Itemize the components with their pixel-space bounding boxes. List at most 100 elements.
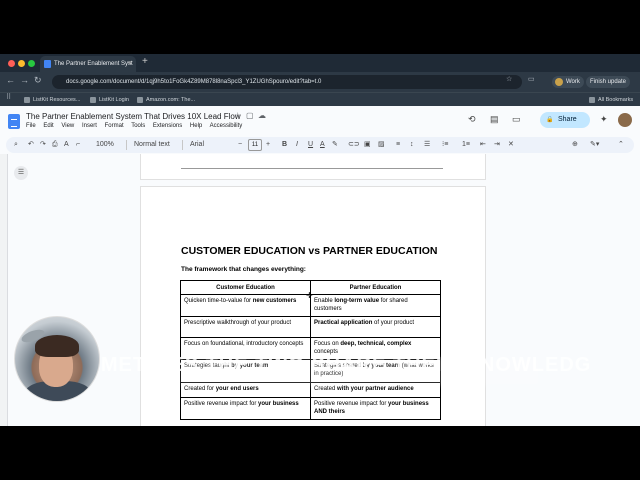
link-icon[interactable]: ⊂⊃ bbox=[348, 139, 360, 151]
collapse-menus-icon[interactable]: ⌃ bbox=[618, 139, 624, 151]
docs-favicon-icon bbox=[44, 60, 51, 68]
gemini-icon[interactable]: ✦ bbox=[600, 114, 608, 125]
highlight-icon[interactable]: ✎ bbox=[332, 139, 338, 151]
redo-icon[interactable]: ↷ bbox=[40, 139, 46, 151]
cell-text: Enable bbox=[314, 298, 335, 304]
add-comment-icon[interactable]: ⊕ bbox=[572, 139, 578, 151]
reload-icon[interactable]: ↻ bbox=[34, 75, 42, 86]
editing-mode-icon[interactable]: ✎▾ bbox=[590, 139, 599, 151]
history-icon[interactable]: ⟲ bbox=[468, 114, 476, 125]
font-size-input[interactable]: 11 bbox=[248, 139, 262, 151]
decrease-font-icon[interactable]: − bbox=[238, 139, 242, 151]
menu-help[interactable]: Help bbox=[190, 123, 202, 129]
header-partner-education[interactable]: Partner Education bbox=[310, 280, 441, 295]
section-heading: CUSTOMER EDUCATION vs PARTNER EDUCATION bbox=[181, 245, 438, 257]
minimize-window-icon[interactable] bbox=[18, 60, 25, 67]
forward-icon[interactable]: → bbox=[20, 75, 29, 85]
docs-logo-icon[interactable] bbox=[8, 114, 20, 129]
menu-view[interactable]: View bbox=[61, 123, 74, 129]
menu-format[interactable]: Format bbox=[105, 123, 124, 129]
bookmark-amazon[interactable]: Amazon.com: The... bbox=[137, 95, 195, 105]
meet-icon[interactable]: ▭ bbox=[512, 114, 521, 125]
share-button[interactable]: Share bbox=[540, 112, 590, 128]
line-spacing-icon[interactable]: ↕ bbox=[410, 139, 414, 151]
cell-bold-text: Practical application bbox=[314, 320, 373, 326]
cell-bold-text: deep, technical, complex bbox=[340, 341, 412, 347]
table-cell[interactable]: Positive revenue impact for your busines… bbox=[180, 397, 311, 420]
menu-bar: File Edit View Insert Format Tools Exten… bbox=[26, 123, 248, 129]
menu-file[interactable]: File bbox=[26, 123, 36, 129]
bold-icon[interactable]: B bbox=[282, 139, 287, 151]
font-select[interactable]: Arial bbox=[190, 139, 204, 151]
avatar[interactable] bbox=[618, 113, 632, 127]
document-title[interactable]: The Partner Enablement System That Drive… bbox=[26, 112, 241, 121]
url-input[interactable]: docs.google.com/document/d/1qj9h5to1FoGk… bbox=[52, 75, 522, 89]
menu-tools[interactable]: Tools bbox=[131, 123, 145, 129]
maximize-window-icon[interactable] bbox=[28, 60, 35, 67]
back-icon[interactable]: ← bbox=[6, 75, 15, 85]
menu-insert[interactable]: Insert bbox=[82, 123, 97, 129]
spellcheck-icon[interactable]: A bbox=[64, 139, 69, 151]
menu-edit[interactable]: Edit bbox=[43, 123, 53, 129]
italic-icon[interactable]: I bbox=[296, 139, 298, 151]
vertical-scrollbar[interactable] bbox=[632, 154, 640, 426]
close-window-icon[interactable] bbox=[8, 60, 15, 67]
cell-bold-text: long-term value bbox=[334, 298, 380, 304]
url-text: docs.google.com/document/d/1qj9h5to1FoGk… bbox=[66, 79, 322, 85]
cloud-saved-icon[interactable]: ☁ bbox=[258, 111, 266, 120]
clear-formatting-icon[interactable]: ✕ bbox=[508, 139, 514, 151]
numbered-list-icon[interactable]: 1≡ bbox=[462, 139, 470, 151]
bookmark-star-icon[interactable]: ☆ bbox=[506, 75, 512, 83]
all-bookmarks-button[interactable]: All Bookmarks bbox=[589, 95, 633, 105]
webcam-overlay bbox=[14, 316, 100, 402]
extensions-icon[interactable]: ▭ bbox=[528, 75, 535, 83]
video-caption: SOMETIMES THE TWO SHARE THEIR KNOWLEDGE bbox=[70, 354, 590, 376]
profile-button[interactable]: Work bbox=[552, 76, 584, 88]
search-menus-icon[interactable]: ⌕ bbox=[14, 139, 18, 151]
underline-icon[interactable]: U bbox=[308, 139, 313, 151]
bullet-list-icon[interactable]: ⁝≡ bbox=[442, 139, 448, 151]
share-label: Share bbox=[558, 116, 577, 123]
bookmark-listkit-resources[interactable]: ListKit Resources... bbox=[24, 95, 80, 105]
image-icon[interactable]: ▨ bbox=[378, 139, 385, 151]
menu-accessibility[interactable]: Accessibility bbox=[210, 123, 243, 129]
new-tab-icon[interactable]: + bbox=[142, 56, 148, 67]
close-tab-icon[interactable]: × bbox=[128, 56, 132, 72]
table-cell[interactable]: Enable long-term value for shared custom… bbox=[310, 294, 441, 317]
comparison-table[interactable]: Customer Education Partner Education Qui… bbox=[180, 280, 441, 420]
undo-icon[interactable]: ↶ bbox=[28, 139, 34, 151]
table-cell[interactable]: Quicken time-to-value for new customers bbox=[180, 294, 311, 317]
print-icon[interactable]: ⎙ bbox=[52, 139, 58, 151]
comments-icon[interactable]: ▤ bbox=[490, 114, 499, 125]
header-customer-education[interactable]: Customer Education bbox=[180, 280, 311, 295]
decrease-indent-icon[interactable]: ⇤ bbox=[480, 139, 486, 151]
menu-extensions[interactable]: Extensions bbox=[153, 123, 182, 129]
table-cell[interactable]: Practical application of your product bbox=[310, 316, 441, 338]
browser-tab[interactable]: The Partner Enablement Syst × bbox=[40, 56, 136, 72]
table-row: Positive revenue impact for your busines… bbox=[180, 397, 441, 420]
increase-indent-icon[interactable]: ⇥ bbox=[494, 139, 500, 151]
style-select[interactable]: Normal text bbox=[134, 139, 170, 151]
cell-text: Prescriptive walkthrough of your product bbox=[184, 320, 292, 326]
document-page[interactable]: CUSTOMER EDUCATION vs PARTNER EDUCATION … bbox=[140, 186, 486, 426]
increase-font-icon[interactable]: + bbox=[266, 139, 270, 151]
align-icon[interactable]: ≡ bbox=[396, 139, 400, 151]
table-cell[interactable]: Positive revenue impact for your busines… bbox=[310, 397, 441, 420]
outline-icon[interactable]: ☰ bbox=[14, 166, 28, 180]
text-color-icon[interactable]: A bbox=[320, 139, 325, 151]
zoom-select[interactable]: 100% bbox=[96, 139, 114, 151]
checklist-icon[interactable]: ☰ bbox=[424, 139, 430, 151]
horizontal-rule bbox=[181, 168, 443, 169]
finish-update-button[interactable]: Finish update bbox=[586, 76, 631, 88]
bookmarks-bar: ⠿ ListKit Resources... ListKit Login Ama… bbox=[0, 92, 640, 106]
comment-icon[interactable]: ▣ bbox=[364, 139, 371, 151]
paint-format-icon[interactable]: ⌐ bbox=[76, 139, 80, 151]
cell-text: Positive revenue impact for bbox=[314, 401, 389, 407]
previous-page[interactable] bbox=[140, 154, 486, 180]
bookmark-listkit-login[interactable]: ListKit Login bbox=[90, 95, 129, 105]
move-icon[interactable]: ▢ bbox=[246, 111, 254, 120]
table-cell[interactable]: Prescriptive walkthrough of your product bbox=[180, 316, 311, 338]
apps-icon[interactable]: ⠿ bbox=[6, 93, 11, 101]
star-icon[interactable]: ☆ bbox=[234, 111, 241, 120]
cell-text: Quicken time-to-value for bbox=[184, 298, 253, 304]
